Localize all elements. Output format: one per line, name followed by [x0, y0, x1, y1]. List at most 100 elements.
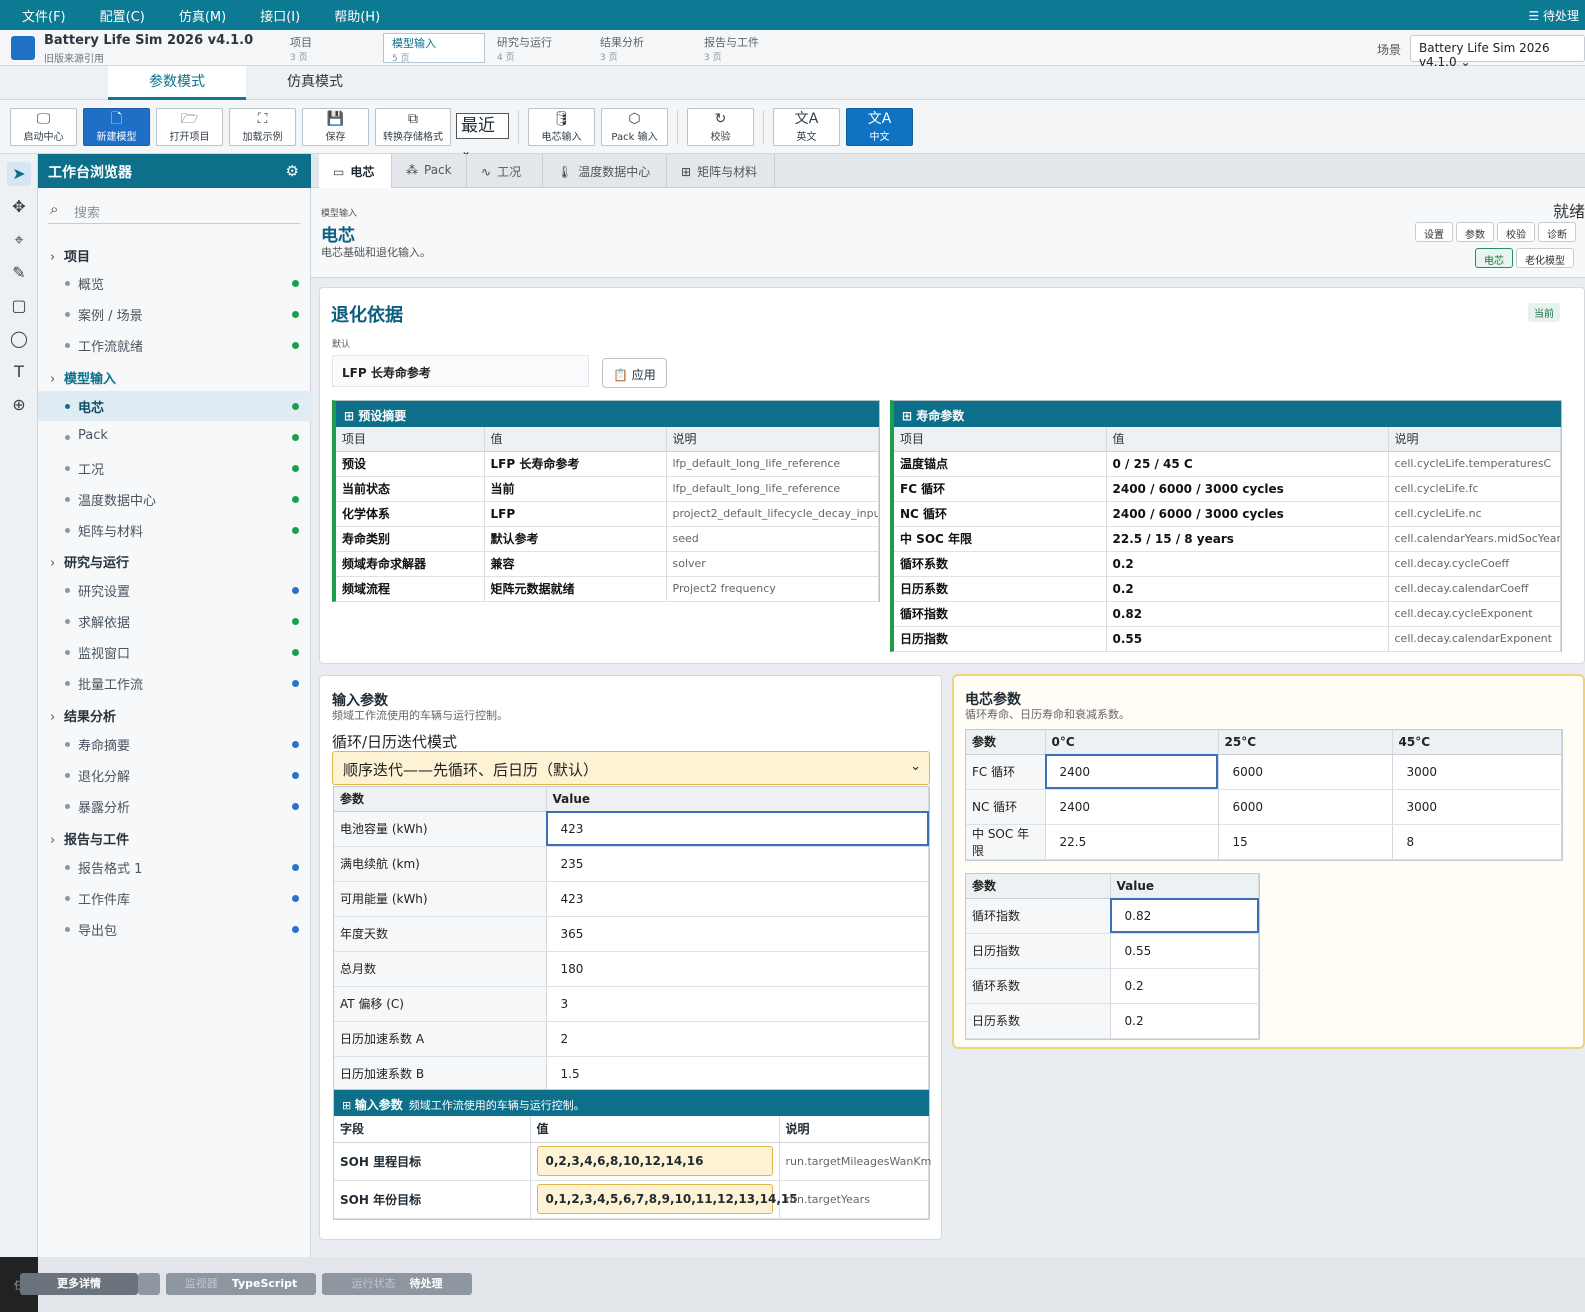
cell-chip[interactable]: 电芯: [1475, 248, 1513, 268]
menu-file[interactable]: 文件(F): [22, 6, 66, 25]
menu-simulation[interactable]: 仿真(M): [179, 6, 226, 25]
total-months-input[interactable]: 180: [546, 951, 929, 987]
pending-indicator[interactable]: ☰ 待处理: [1528, 7, 1579, 24]
move-tool-icon[interactable]: ✥: [7, 195, 31, 219]
tab-results[interactable]: 结果分析 3 页: [592, 33, 652, 63]
settings-button[interactable]: 设置: [1415, 222, 1453, 242]
translate-icon: 文A: [867, 111, 892, 127]
at-offset-input[interactable]: 3: [546, 986, 929, 1022]
calendar-factor-b-input[interactable]: 1.5: [546, 1056, 929, 1092]
usable-energy-input[interactable]: 423: [546, 881, 929, 917]
cell-input-button[interactable]: 🛢 电芯输入: [528, 108, 595, 146]
sidebar-item-case-scene[interactable]: 案例 / 场景: [38, 299, 311, 329]
sidebar-item-overview[interactable]: 概览: [38, 268, 311, 298]
validate-action-button[interactable]: 校验: [1497, 222, 1535, 242]
sidebar-item-report-format[interactable]: 报告格式 1: [38, 852, 311, 882]
soh-year-target-input[interactable]: 0,1,2,3,4,5,6,7,8,9,10,11,12,13,14,15: [536, 1184, 798, 1214]
validate-button[interactable]: ↻ 校验: [687, 108, 754, 146]
menu-interface[interactable]: 接口(I): [260, 6, 300, 25]
matrix-cell-input[interactable]: 2400: [1045, 754, 1219, 790]
tab-study-run[interactable]: 研究与运行 4 页: [489, 33, 560, 63]
english-button[interactable]: 文A 英文: [773, 108, 840, 146]
pen-tool-icon[interactable]: ✎: [7, 261, 31, 285]
iteration-mode-select[interactable]: 顺序迭代——先循环、后日历（默认） ⌄: [332, 751, 930, 785]
matrix-cell-input[interactable]: 3000: [1392, 789, 1562, 825]
tab-project[interactable]: 项目 3 页: [282, 33, 320, 63]
pointer-tool-icon[interactable]: ➤: [7, 162, 31, 186]
circle-tool-icon[interactable]: ◯: [7, 327, 31, 351]
matrix-cell-input[interactable]: 6000: [1218, 789, 1393, 825]
tab-simulation-mode[interactable]: 仿真模式: [246, 66, 384, 100]
full-range-input[interactable]: 235: [546, 846, 929, 882]
sidebar-item-matrix-material[interactable]: 矩阵与材料: [38, 515, 311, 545]
tab-pack[interactable]: ⁂ Pack: [392, 154, 467, 188]
matrix-cell-input[interactable]: 15: [1218, 824, 1393, 860]
tab-matrix-material[interactable]: ⊞ 矩阵与材料: [667, 154, 775, 188]
pack-input-button[interactable]: ⬡ Pack 输入: [601, 108, 668, 146]
sidebar-item-monitor-window[interactable]: 监视窗口: [38, 637, 311, 667]
new-model-button[interactable]: 🗋 新建模型: [83, 108, 150, 146]
load-example-button[interactable]: ⛶ 加载示例: [229, 108, 296, 146]
save-button[interactable]: 💾 保存: [302, 108, 369, 146]
sidebar-group-model-input[interactable]: › 模型输入: [50, 368, 116, 387]
matrix-cell-input[interactable]: 6000: [1218, 754, 1393, 790]
sidebar-item-solve-basis[interactable]: 求解依据: [38, 606, 311, 636]
launch-center-button[interactable]: 🖵 启动中心: [10, 108, 77, 146]
matrix-cell-input[interactable]: 8: [1392, 824, 1562, 860]
sidebar-item-degradation-breakdown[interactable]: 退化分解: [38, 760, 311, 790]
search-input[interactable]: ⌕ 搜索: [48, 198, 300, 224]
gear-icon[interactable]: ⚙: [286, 162, 299, 180]
sidebar-item-artifact-library[interactable]: 工作件库: [38, 883, 311, 913]
tab-parameter-mode[interactable]: 参数模式: [108, 66, 246, 100]
calendar-coeff-input[interactable]: 0.2: [1110, 1003, 1259, 1039]
convert-format-button[interactable]: ⧉ 转换存储格式: [375, 108, 451, 146]
scene-select[interactable]: Battery Life Sim 2026 v4.1.0 ⌄: [1410, 35, 1585, 69]
soh-mileage-target-input[interactable]: 0,2,3,4,6,8,10,12,14,16: [536, 1146, 773, 1176]
sidebar-group-project[interactable]: › 项目: [50, 246, 90, 265]
cycle-coeff-input[interactable]: 0.2: [1110, 968, 1259, 1004]
sidebar-item-export-package[interactable]: 导出包: [38, 914, 311, 944]
sidebar-group-results[interactable]: › 结果分析: [50, 706, 116, 725]
sidebar-item-condition[interactable]: 工况: [38, 453, 311, 483]
preset-select[interactable]: LFP 长寿命参考: [332, 355, 589, 387]
tab-condition[interactable]: ∿ 工况: [467, 154, 543, 188]
tab-model-input[interactable]: 模型输入 5 页: [383, 33, 485, 64]
cycle-exponent-input[interactable]: 0.82: [1110, 898, 1259, 934]
matrix-cell-input[interactable]: 22.5: [1045, 824, 1219, 860]
sidebar-item-life-summary[interactable]: 寿命摘要: [38, 729, 311, 759]
zoom-tool-icon[interactable]: ⊕: [7, 393, 31, 417]
calendar-exponent-input[interactable]: 0.55: [1110, 933, 1259, 969]
matrix-cell-input[interactable]: 3000: [1392, 754, 1562, 790]
sidebar-item-exposure-analysis[interactable]: 暴露分析: [38, 791, 311, 821]
matrix-cell-input[interactable]: 2400: [1045, 789, 1219, 825]
rectangle-tool-icon[interactable]: ▢: [7, 294, 31, 318]
sidebar-item-batch-workflow[interactable]: 批量工作流: [38, 668, 311, 698]
parameters-button[interactable]: 参数: [1456, 222, 1494, 242]
sidebar-group-study-run[interactable]: › 研究与运行: [50, 552, 129, 571]
annual-days-input[interactable]: 365: [546, 916, 929, 952]
menu-help[interactable]: 帮助(H): [334, 6, 380, 25]
crosshair-tool-icon[interactable]: ⌖: [7, 228, 31, 252]
menu-config[interactable]: 配置(C): [100, 6, 145, 25]
open-project-button[interactable]: 🗁 打开项目: [156, 108, 223, 146]
tab-cell[interactable]: ▭ 电芯: [319, 154, 392, 188]
typescript-chip[interactable]: 监视器 TypeScript: [166, 1273, 316, 1295]
sidebar-group-reports[interactable]: › 报告与工件: [50, 829, 129, 848]
recent-select[interactable]: 最近⌄: [456, 113, 509, 158]
tab-temperature-hub[interactable]: 🌡 温度数据中心: [543, 154, 667, 188]
tab-reports[interactable]: 报告与工件 3 页: [696, 33, 767, 63]
sidebar-item-workflow-ready[interactable]: 工作流就绪: [38, 330, 311, 360]
text-tool-icon[interactable]: T: [7, 360, 31, 384]
sidebar-item-study-settings[interactable]: 研究设置: [38, 575, 311, 605]
pending-chip[interactable]: 运行状态 待处理: [322, 1273, 472, 1295]
more-details-chip[interactable]: 更多详情: [20, 1273, 138, 1295]
battery-capacity-input[interactable]: 423: [546, 811, 929, 847]
aging-model-chip[interactable]: 老化模型: [1516, 248, 1574, 268]
sidebar-item-temperature-hub[interactable]: 温度数据中心: [38, 484, 311, 514]
apply-button[interactable]: 📋 应用: [602, 358, 667, 388]
sidebar-item-pack[interactable]: Pack: [38, 422, 311, 452]
sidebar-item-cell[interactable]: 电芯: [38, 391, 311, 421]
chinese-button[interactable]: 文A 中文: [846, 108, 913, 146]
calendar-factor-a-input[interactable]: 2: [546, 1021, 929, 1057]
diagnose-button[interactable]: 诊断: [1538, 222, 1576, 242]
